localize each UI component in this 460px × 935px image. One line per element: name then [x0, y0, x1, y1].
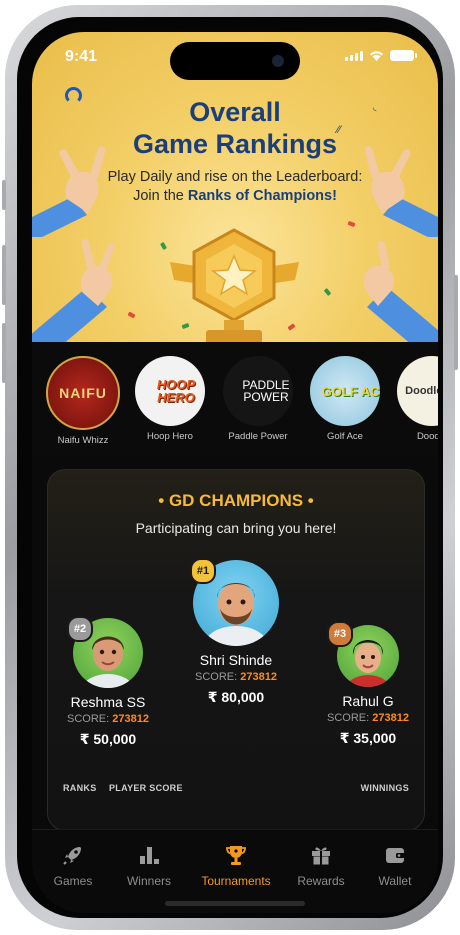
player-winnings: ₹ 50,000	[79, 731, 137, 747]
champions-highlight: Ranks of Champions!	[187, 188, 337, 204]
player-name: Shri Shinde	[199, 652, 273, 668]
gift-icon	[312, 847, 330, 865]
sparkle-icon: ⁄⁄	[337, 124, 341, 136]
power-button	[454, 275, 458, 370]
rankings-banner: 9:41 Overall Game Rankings ⁄⁄ ◟ Play Dai…	[32, 32, 438, 342]
banner-title-line1: Overall	[189, 97, 281, 127]
left-hand-peace-icon	[32, 238, 115, 342]
doodle-jump-game-icon: Doodle Jump	[397, 356, 438, 426]
volume-up-button	[2, 245, 6, 305]
game-label: Hoop Hero	[147, 431, 193, 442]
game-naifu-whizz[interactable]: NAIFU Naifu Whizz	[45, 356, 121, 446]
right-hand-horns-icon	[364, 146, 438, 237]
nav-label: Rewards	[297, 874, 345, 888]
game-label: Paddle Power	[228, 431, 288, 442]
nav-wallet[interactable]: Wallet	[355, 842, 435, 888]
phone-frame: 9:41 Overall Game Rankings ⁄⁄ ◟ Play Dai…	[2, 5, 458, 930]
home-indicator[interactable]	[165, 901, 305, 906]
player-name: Rahul G	[342, 693, 394, 709]
player-score: SCORE: 273812	[67, 713, 149, 725]
column-ranks: RANKS	[63, 783, 97, 793]
trophy-icon	[226, 846, 246, 865]
hoop-hero-game-icon: HOOP HERO	[135, 356, 205, 426]
app-screen: 9:41 Overall Game Rankings ⁄⁄ ◟ Play Dai…	[32, 32, 438, 913]
bar-chart-icon	[140, 847, 159, 864]
champion-rank-1[interactable]: #1 Shri Shinde SCORE: 273812 ₹ 80,000	[176, 558, 296, 706]
wifi-icon	[370, 51, 383, 61]
game-hoop-hero[interactable]: HOOP HERO Hoop Hero	[132, 356, 208, 442]
sparkle-icon: ◟	[373, 102, 377, 112]
left-hand-horns-icon	[32, 146, 106, 237]
nav-winners[interactable]: Winners	[109, 842, 189, 888]
games-carousel[interactable]: NAIFU Naifu Whizz HOOP HERO Hoop Hero PA…	[32, 342, 438, 457]
cellular-signal-icon	[345, 51, 363, 61]
status-bar: 9:41	[32, 32, 438, 80]
status-icons	[345, 50, 417, 61]
game-label: Naifu Whizz	[57, 435, 109, 446]
nav-games[interactable]: Games	[33, 842, 113, 888]
bottom-navigation: Games Winners Tournaments Rewards Wallet	[32, 829, 438, 913]
battery-icon	[390, 50, 417, 61]
player-winnings: ₹ 80,000	[207, 689, 265, 705]
naifu-whizz-game-icon: NAIFU	[46, 356, 120, 430]
nav-label: Tournaments	[201, 874, 271, 888]
champions-title: • GD CHAMPIONS •	[158, 491, 314, 510]
mute-switch	[2, 180, 6, 210]
rank-badge: #2	[67, 616, 93, 642]
game-label: Golf Ace	[327, 431, 363, 442]
game-golf-ace[interactable]: GOLF ACE Golf Ace	[307, 356, 383, 442]
nav-rewards[interactable]: Rewards	[281, 842, 361, 888]
volume-down-button	[2, 323, 6, 383]
wallet-icon	[386, 848, 405, 863]
camera-icon	[272, 55, 284, 67]
player-winnings: ₹ 35,000	[339, 730, 397, 746]
game-doodle-jump[interactable]: Doodle Jump Doodle	[394, 356, 438, 442]
nav-tournaments[interactable]: Tournaments	[196, 842, 276, 888]
game-paddle-power[interactable]: PADDLE POWER Paddle Power	[220, 356, 296, 442]
rank-badge: #1	[190, 558, 216, 584]
rocket-icon	[63, 847, 81, 865]
champions-card: • GD CHAMPIONS • Participating can bring…	[47, 469, 425, 831]
player-score: SCORE: 273812	[195, 671, 277, 683]
champion-rank-3[interactable]: #3 Rahul G SCORE: 273812 ₹ 35,000	[313, 621, 423, 747]
dynamic-island	[170, 42, 300, 80]
column-winnings: WINNINGS	[360, 783, 409, 793]
rank-badge: #3	[327, 621, 353, 647]
player-name: Reshma SS	[70, 694, 146, 710]
confetti	[323, 288, 332, 296]
nav-label: Games	[53, 874, 93, 888]
status-time: 9:41	[65, 48, 98, 65]
player-score: SCORE: 273812	[327, 712, 409, 724]
champion-rank-2[interactable]: #2 Reshma SS SCORE: 273812 ₹ 50,000	[53, 616, 163, 748]
nav-label: Wallet	[378, 874, 412, 888]
nav-label: Winners	[126, 874, 171, 888]
champions-subtitle: Participating can bring you here!	[135, 520, 337, 536]
game-label: Doodle	[416, 431, 438, 442]
paddle-power-game-icon: PADDLE POWER	[223, 356, 293, 426]
golf-ace-game-icon: GOLF ACE	[310, 356, 380, 426]
column-player-score: PLAYER SCORE	[109, 783, 183, 793]
right-hand-thumbsup-icon	[363, 240, 438, 342]
